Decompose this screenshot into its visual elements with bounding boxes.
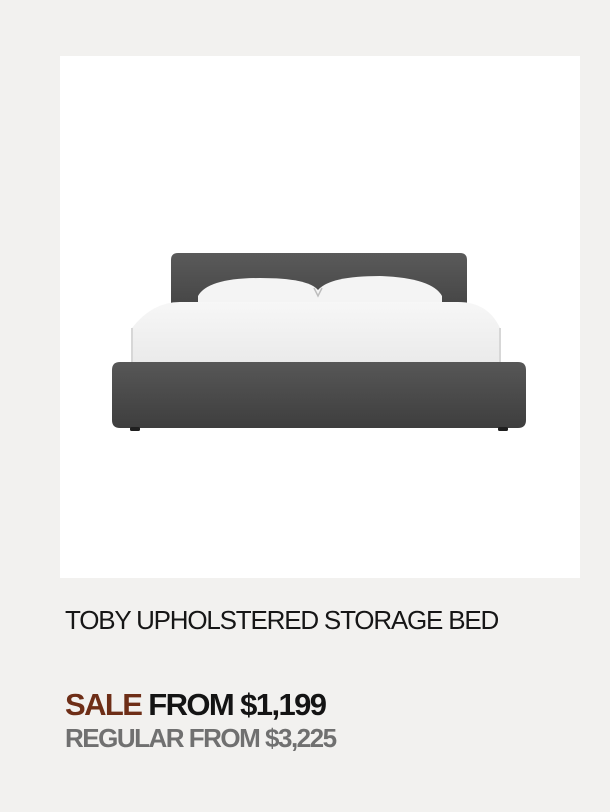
bed-illustration bbox=[112, 253, 526, 431]
leg-right bbox=[498, 427, 508, 431]
leg-left bbox=[130, 427, 140, 431]
product-image[interactable] bbox=[60, 56, 580, 578]
product-card[interactable]: TOBY UPHOLSTERED STORAGE BED SALE FROM $… bbox=[0, 0, 610, 812]
sale-price-line: SALE FROM $1,199 bbox=[65, 686, 327, 724]
product-title[interactable]: TOBY UPHOLSTERED STORAGE BED bbox=[65, 603, 499, 637]
bed-base bbox=[112, 362, 526, 428]
sale-label: SALE bbox=[65, 687, 143, 722]
regular-price: REGULAR FROM $3,225 bbox=[65, 723, 337, 753]
duvet bbox=[132, 302, 500, 368]
sale-price: FROM $1,199 bbox=[148, 687, 327, 722]
